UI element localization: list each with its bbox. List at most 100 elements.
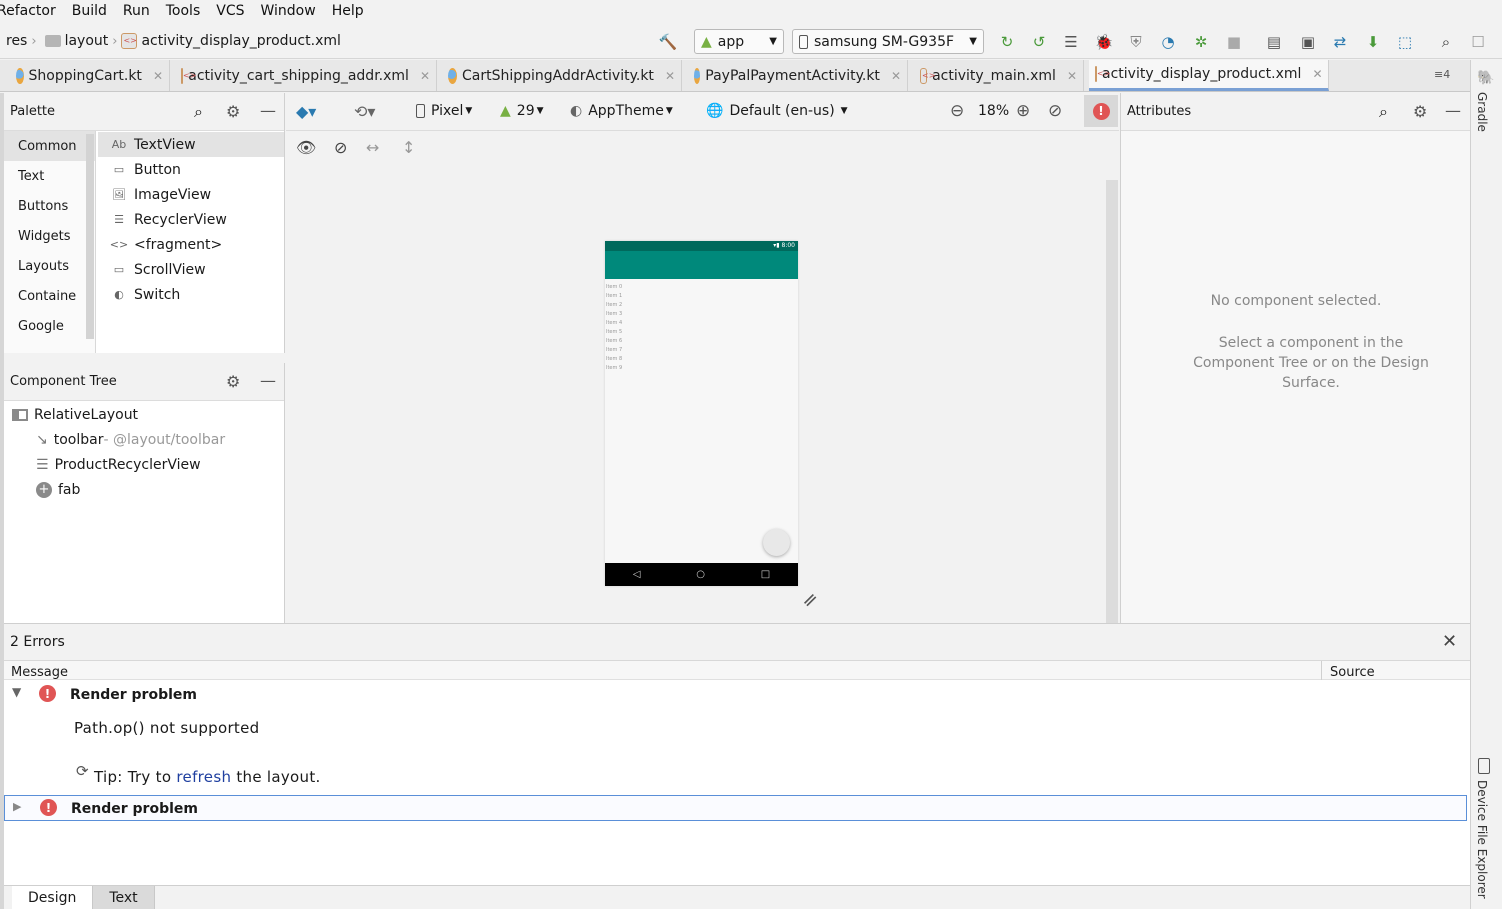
menu-vcs[interactable]: VCS bbox=[208, 3, 252, 19]
attach-debugger-icon[interactable]: ✲ bbox=[1191, 32, 1211, 52]
run-config-select[interactable]: ▲ app ▼ bbox=[694, 29, 784, 54]
tab-cart-shipping-addr-activity[interactable]: CartShippingAddrActivity.kt ✕ bbox=[442, 60, 682, 91]
tab-activity-display-product-xml[interactable]: activity_display_product.xml ✕ bbox=[1089, 60, 1329, 91]
app-toolbar[interactable] bbox=[605, 251, 798, 279]
device-preview[interactable]: ▾▮ 8:00 Item 0 Item 1 Item 2 Item 3 Item… bbox=[605, 241, 798, 586]
package-icon[interactable]: ⬚ bbox=[1395, 32, 1415, 52]
theme-picker[interactable]: ◐ AppTheme ▼ bbox=[570, 103, 673, 119]
palette-category-buttons[interactable]: Buttons bbox=[4, 191, 95, 221]
layers-icon[interactable]: ◆▾ bbox=[296, 102, 316, 121]
magnet-off-icon[interactable]: ⊘ bbox=[334, 138, 347, 157]
menu-window[interactable]: Window bbox=[253, 3, 324, 19]
close-icon[interactable]: ✕ bbox=[891, 69, 901, 83]
vertical-resize-icon[interactable]: ↕ bbox=[402, 138, 415, 157]
locale-picker[interactable]: 🌐 Default (en-us) ▼ bbox=[706, 103, 848, 119]
api-level-picker[interactable]: ▲ 29 ▼ bbox=[500, 103, 544, 119]
search-icon[interactable]: ⌕ bbox=[1379, 102, 1388, 122]
gear-icon[interactable]: ⚙ bbox=[226, 372, 240, 391]
close-icon[interactable]: ✕ bbox=[1442, 631, 1457, 652]
eye-icon[interactable]: 👁 bbox=[296, 138, 316, 157]
android-icon: ▲ bbox=[701, 33, 712, 50]
device-picker[interactable]: Pixel ▼ bbox=[416, 103, 472, 119]
error-row-collapsed[interactable]: ▶ ! Render problem bbox=[4, 795, 1467, 821]
product-recycler-view[interactable]: Item 0 Item 1 Item 2 Item 3 Item 4 Item … bbox=[605, 279, 798, 373]
palette-scrollbar[interactable] bbox=[86, 134, 94, 339]
tab-activity-main-xml[interactable]: activity_main.xml ✕ bbox=[914, 60, 1084, 91]
palette-item-fragment[interactable]: <> <fragment> bbox=[110, 232, 222, 257]
sdk-manager-icon[interactable]: ⬇ bbox=[1363, 32, 1383, 52]
tab-overflow-button[interactable]: ≡4 bbox=[1434, 68, 1450, 81]
minimize-icon[interactable]: — bbox=[1445, 101, 1461, 120]
horizontal-resize-icon[interactable]: ↔ bbox=[366, 138, 379, 157]
palette-category-layouts[interactable]: Layouts bbox=[4, 251, 95, 281]
gradle-tool-button[interactable]: Gradle bbox=[1475, 92, 1489, 132]
menu-tools[interactable]: Tools bbox=[158, 3, 209, 19]
tab-design[interactable]: Design bbox=[12, 886, 94, 909]
zoom-out-icon[interactable]: ⊖ bbox=[950, 101, 964, 121]
apply-code-changes-icon[interactable]: ↺ bbox=[1029, 32, 1049, 52]
collapse-arrow-icon[interactable]: ▼ bbox=[12, 685, 21, 699]
palette-category-containers[interactable]: Containe bbox=[4, 281, 95, 311]
palette-category-text[interactable]: Text bbox=[4, 161, 95, 191]
tab-cart-shipping-addr-xml[interactable]: activity_cart_shipping_addr.xml ✕ bbox=[175, 60, 437, 91]
menu-build[interactable]: Build bbox=[64, 3, 115, 19]
tab-text[interactable]: Text bbox=[93, 886, 155, 909]
tree-item-fab[interactable]: + fab bbox=[36, 477, 80, 502]
breadcrumb-file[interactable]: activity_display_product.xml bbox=[141, 33, 340, 49]
hammer-icon[interactable]: 🔨 bbox=[658, 32, 678, 52]
coverage-icon[interactable]: ⛨ bbox=[1126, 32, 1146, 52]
palette-item-recyclerview[interactable]: ☰ RecyclerView bbox=[110, 207, 227, 232]
tab-paypal-payment-activity[interactable]: PayPalPaymentActivity.kt ✕ bbox=[688, 60, 908, 91]
apply-changes-icon[interactable]: ↻ bbox=[997, 32, 1017, 52]
debug-icon[interactable]: 🐞 bbox=[1094, 32, 1114, 52]
device-select[interactable]: samsung SM-G935F ▼ bbox=[792, 29, 984, 54]
palette-item-scrollview[interactable]: ▭ ScrollView bbox=[110, 257, 206, 282]
palette-item-button[interactable]: ▭ Button bbox=[110, 157, 181, 182]
menu-help[interactable]: Help bbox=[324, 3, 372, 19]
breadcrumb-layout[interactable]: layout bbox=[65, 33, 109, 49]
palette-item-switch[interactable]: ◐ Switch bbox=[110, 282, 180, 307]
palette-item-imageview[interactable]: 🖼 ImageView bbox=[110, 182, 211, 207]
profile-icon[interactable]: ◔ bbox=[1158, 32, 1178, 52]
column-message[interactable]: Message bbox=[11, 665, 68, 680]
close-icon[interactable]: ✕ bbox=[420, 69, 430, 83]
tree-item-productrecyclerview[interactable]: ☰ ProductRecyclerView bbox=[36, 452, 201, 477]
search-icon[interactable]: ⌕ bbox=[194, 102, 203, 122]
close-icon[interactable]: ✕ bbox=[1312, 67, 1322, 81]
orientation-icon[interactable]: ⟲▾ bbox=[354, 102, 375, 121]
breadcrumb-res[interactable]: res bbox=[6, 33, 27, 49]
zoom-in-icon[interactable]: ⊕ bbox=[1016, 101, 1030, 121]
palette-category-common[interactable]: Common bbox=[4, 131, 95, 161]
close-icon[interactable]: ✕ bbox=[665, 69, 675, 83]
avd-manager-icon[interactable]: ▣ bbox=[1298, 32, 1318, 52]
palette-item-textview[interactable]: Ab TextView bbox=[98, 132, 284, 157]
zoom-to-fit-icon[interactable]: ⊘ bbox=[1048, 101, 1062, 121]
menu-run[interactable]: Run bbox=[115, 3, 158, 19]
palette-category-google[interactable]: Google bbox=[4, 311, 95, 341]
show-issues-button[interactable]: ! bbox=[1084, 95, 1118, 127]
design-surface-scrollbar[interactable] bbox=[1106, 180, 1118, 623]
tree-item-relativelayout[interactable]: RelativeLayout bbox=[12, 402, 138, 427]
expand-arrow-icon[interactable]: ▶ bbox=[13, 800, 21, 813]
close-icon[interactable]: ✕ bbox=[153, 69, 163, 83]
menu-refactor[interactable]: Refactor bbox=[0, 3, 64, 19]
device-file-explorer-button[interactable]: Device File Explorer bbox=[1475, 780, 1489, 899]
stop-icon[interactable]: ■ bbox=[1224, 32, 1244, 52]
minimize-icon[interactable]: — bbox=[260, 101, 276, 120]
user-icon[interactable]: ☐ bbox=[1468, 32, 1488, 52]
close-icon[interactable]: ✕ bbox=[1067, 69, 1077, 83]
error-row-expanded[interactable]: ▼ ! Render problem Path.op() not support… bbox=[4, 682, 1470, 794]
search-icon[interactable]: ⌕ bbox=[1436, 32, 1456, 52]
gear-icon[interactable]: ⚙ bbox=[226, 102, 240, 121]
sync-icon[interactable]: ⇄ bbox=[1330, 32, 1350, 52]
column-source[interactable]: Source bbox=[1330, 665, 1375, 680]
tree-item-toolbar[interactable]: ↘ toolbar - @layout/toolbar bbox=[36, 427, 225, 452]
fab-button[interactable] bbox=[763, 529, 790, 556]
refresh-link[interactable]: refresh bbox=[176, 768, 231, 786]
logcat-icon[interactable]: ☰ bbox=[1061, 32, 1081, 52]
gear-icon[interactable]: ⚙ bbox=[1413, 102, 1427, 121]
project-structure-icon[interactable]: ▤ bbox=[1264, 32, 1284, 52]
tab-shoppingcart[interactable]: ShoppingCart.kt ✕ bbox=[10, 60, 170, 91]
minimize-icon[interactable]: — bbox=[260, 371, 276, 390]
palette-category-widgets[interactable]: Widgets bbox=[4, 221, 95, 251]
